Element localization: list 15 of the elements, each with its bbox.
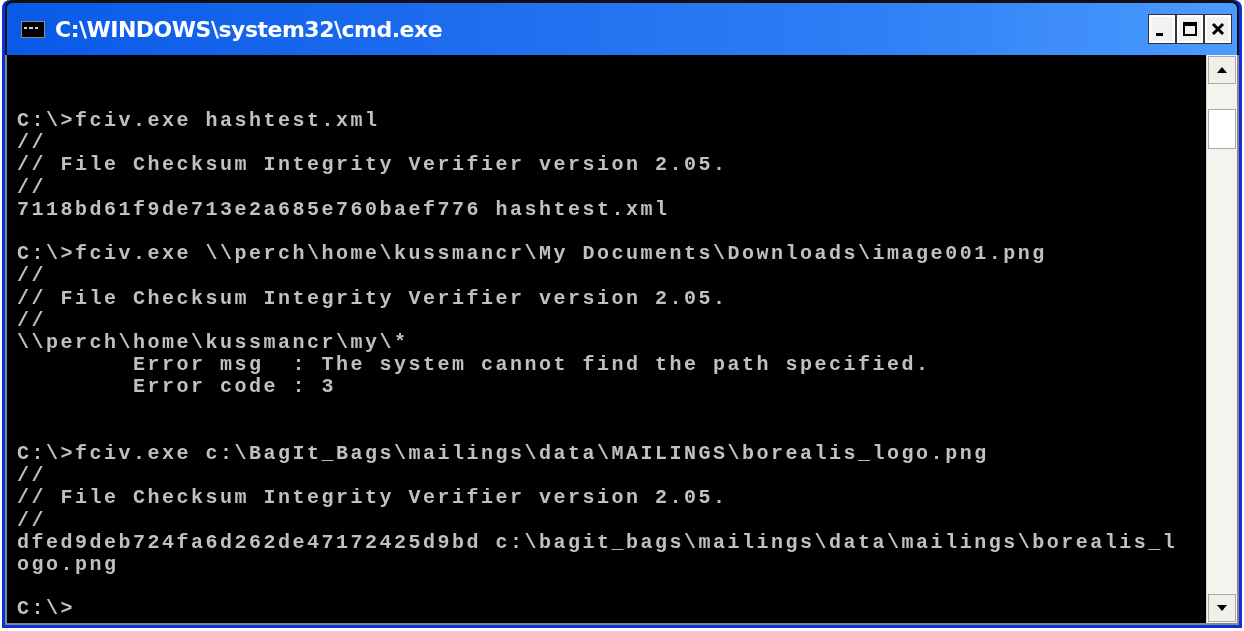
window-title: C:\WINDOWS\system32\cmd.exe [55, 16, 444, 42]
scroll-down-button[interactable] [1208, 594, 1236, 622]
maximize-button[interactable] [1177, 15, 1203, 43]
maximize-icon [1182, 21, 1198, 37]
minimize-icon [1155, 32, 1163, 36]
minimize-button[interactable] [1149, 15, 1175, 43]
scrollbar[interactable] [1206, 55, 1237, 623]
close-icon [1210, 21, 1226, 37]
close-button[interactable] [1205, 15, 1231, 43]
up-arrow-icon [1216, 66, 1228, 74]
scroll-up-button[interactable] [1208, 56, 1236, 84]
scrollbar-thumb[interactable] [1208, 109, 1236, 149]
down-arrow-icon [1216, 604, 1228, 612]
console-output: C:\>fciv.exe hashtest.xml // // File Checksum Integrity Verifier version 2.05. // 7118bd61f9de713e2a685e760baef776 hashtest.xml C:\>fciv.exe \\perch\home\kussmancr\My Documents\Downloads\image001.png // // File Checksum Integrity Verifier version 2.05. // \\perch\home\kussmancr\my\* Error msg : The system cannot find the path specified. Error code : 3 C:\>fciv.exe c:\BagIt_Bags\mailings\data\MAILINGS\borealis_logo.png // // File Checksum Integrity Verifier version 2.05. // dfed9deb724fa6d262de47172425d9bd c:\bagit_bags\mailings\data\mailings\borealis_l ogo.png C:\> [16, 108, 1179, 623]
console-icon [21, 20, 45, 38]
